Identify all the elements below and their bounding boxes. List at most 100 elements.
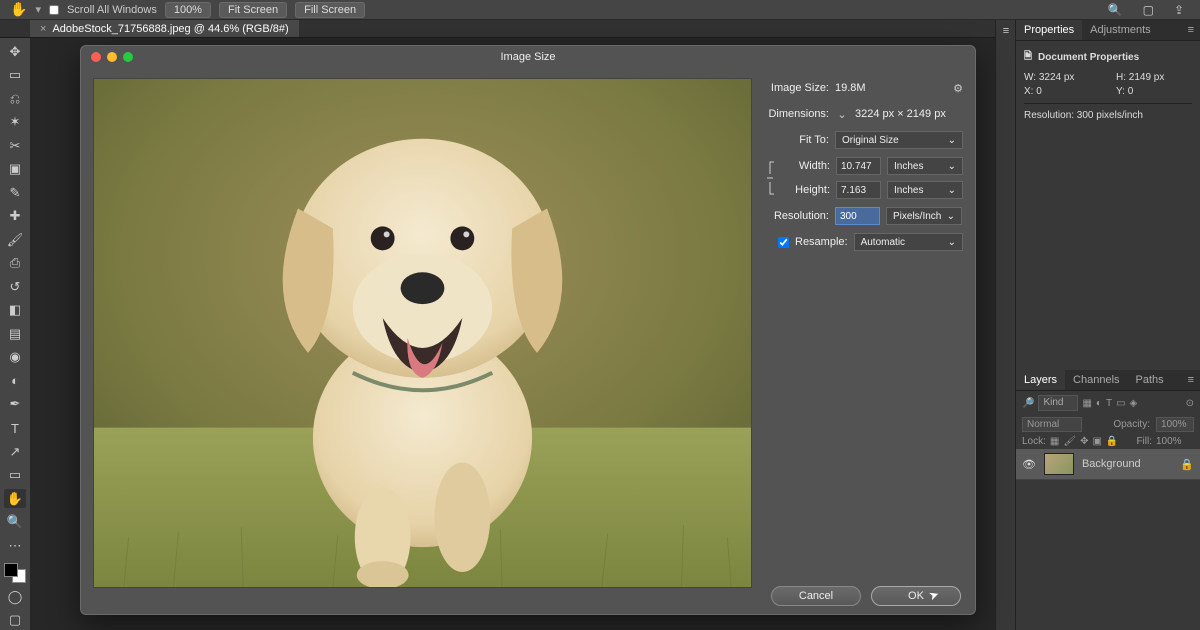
height-units-select[interactable]: Inches⌄	[887, 181, 963, 199]
tab-layers[interactable]: Layers	[1016, 370, 1065, 390]
dialog-titlebar[interactable]: Image Size	[81, 46, 975, 68]
hand-icon: ✋	[10, 1, 27, 18]
marquee-tool-icon[interactable]: ▭	[4, 66, 26, 86]
scroll-all-label: Scroll All Windows	[67, 4, 157, 16]
gear-icon[interactable]: ⚙︎	[953, 82, 963, 95]
edit-toolbar-icon[interactable]: ⋯	[4, 536, 26, 556]
filter-shape-icon[interactable]: ▭	[1116, 398, 1125, 409]
lock-icon[interactable]: 🔒	[1180, 458, 1194, 471]
image-preview[interactable]	[93, 78, 752, 588]
panel-menu-icon[interactable]: ≡	[1182, 20, 1200, 40]
share-icon[interactable]: ⇪	[1168, 3, 1190, 17]
lock-artboard-icon[interactable]: ▣	[1092, 436, 1101, 447]
options-bar: ✋ ▾ Scroll All Windows 100% Fit Screen F…	[0, 0, 1200, 20]
lock-paint-icon[interactable]: 🖌	[1063, 436, 1076, 447]
kind-label: 🔎	[1022, 398, 1034, 409]
heal-tool-icon[interactable]: ✚	[4, 207, 26, 227]
mask-mode-icon[interactable]: ◯	[4, 587, 26, 607]
ok-button[interactable]: OK	[871, 586, 961, 606]
layers-panel-body: 🔎 Kind ▦ ◐ T ▭ ◈ ⊙ Normal Opacity: 100% …	[1016, 391, 1200, 630]
scroll-all-checkbox[interactable]	[49, 5, 59, 15]
tab-paths[interactable]: Paths	[1128, 370, 1172, 390]
lasso-tool-icon[interactable]: ⎌	[4, 89, 26, 109]
stamp-tool-icon[interactable]: ⎙	[4, 254, 26, 274]
eraser-tool-icon[interactable]: ◧	[4, 301, 26, 321]
width-units-select[interactable]: Inches⌄	[887, 157, 963, 175]
zoom-tool-icon[interactable]: 🔍	[4, 512, 26, 532]
height-input[interactable]	[836, 181, 881, 199]
cancel-button[interactable]: Cancel	[771, 586, 861, 606]
path-tool-icon[interactable]: ↗	[4, 442, 26, 462]
image-size-value: 19.8M	[835, 82, 866, 94]
tab-channels[interactable]: Channels	[1065, 370, 1127, 390]
h-value: 2149 px	[1129, 72, 1165, 83]
type-tool-icon[interactable]: T	[4, 418, 26, 438]
blur-tool-icon[interactable]: ◉	[4, 348, 26, 368]
image-size-dialog: Image Size	[80, 45, 976, 615]
width-input[interactable]	[836, 157, 881, 175]
filter-smart-icon[interactable]: ◈	[1130, 398, 1138, 409]
gradient-tool-icon[interactable]: ▤	[4, 324, 26, 344]
resolution-units-select[interactable]: Pixels/Inch⌄	[886, 207, 962, 225]
panel-icon[interactable]: ≡	[996, 20, 1016, 42]
hand-tool-icon[interactable]: ✋	[4, 489, 26, 509]
tab-adjustments[interactable]: Adjustments	[1082, 20, 1159, 40]
resample-label: Resample:	[795, 236, 848, 248]
fill-screen-button[interactable]: Fill Screen	[295, 2, 365, 18]
pen-tool-icon[interactable]: ✒	[4, 395, 26, 415]
layer-thumbnail[interactable]	[1044, 453, 1074, 475]
document-tab[interactable]: × AdobeStock_71756888.jpeg @ 44.6% (RGB/…	[30, 20, 299, 37]
resample-select[interactable]: Automatic⌄	[854, 233, 963, 251]
color-swatches[interactable]	[4, 563, 26, 583]
foreground-color-swatch[interactable]	[4, 563, 18, 577]
filter-adjust-icon[interactable]: ◐	[1096, 398, 1102, 409]
workspace-icon[interactable]: ▢	[1137, 3, 1160, 17]
eyedropper-tool-icon[interactable]: ✎	[4, 183, 26, 203]
brush-tool-icon[interactable]: 🖌	[4, 230, 26, 250]
history-brush-icon[interactable]: ↺	[4, 277, 26, 297]
fit-to-select[interactable]: Original Size⌄	[835, 131, 963, 149]
y-label: Y:	[1116, 86, 1125, 97]
dialog-title: Image Size	[81, 51, 975, 63]
filter-type-icon[interactable]: T	[1106, 398, 1112, 409]
resolution-input[interactable]	[835, 207, 880, 225]
filter-kind-select[interactable]: Kind	[1038, 395, 1078, 411]
move-tool-icon[interactable]: ✥	[4, 42, 26, 62]
dropdown-icon[interactable]: ▾	[35, 3, 41, 16]
search-icon[interactable]: 🔍	[1102, 3, 1129, 17]
dimensions-unit-icon[interactable]: ⌄	[835, 107, 849, 121]
height-label: Height:	[782, 184, 830, 196]
close-icon[interactable]: ×	[40, 23, 46, 35]
resolution-text: Resolution: 300 pixels/inch	[1024, 110, 1192, 121]
resample-checkbox[interactable]	[778, 237, 789, 248]
fit-screen-button[interactable]: Fit Screen	[219, 2, 287, 18]
lock-transparency-icon[interactable]: ▦	[1050, 436, 1059, 447]
lock-position-icon[interactable]: ✥	[1080, 436, 1088, 447]
fill-label: Fill:	[1136, 436, 1152, 447]
opacity-input[interactable]: 100%	[1156, 417, 1194, 432]
dodge-tool-icon[interactable]: ◐	[4, 371, 26, 391]
x-label: X:	[1024, 86, 1033, 97]
shape-tool-icon[interactable]: ▭	[4, 465, 26, 485]
right-panels: Properties Adjustments ≡ 🗎 Document Prop…	[1015, 20, 1200, 630]
tab-properties[interactable]: Properties	[1016, 20, 1082, 40]
fit-to-label: Fit To:	[764, 134, 829, 146]
screen-mode-icon[interactable]: ▢	[4, 610, 26, 630]
opacity-label: Opacity:	[1113, 419, 1150, 430]
filter-pixel-icon[interactable]: ▦	[1082, 398, 1091, 409]
y-value: 0	[1128, 86, 1134, 97]
link-icon[interactable]	[764, 158, 778, 198]
frame-tool-icon[interactable]: ▣	[4, 160, 26, 180]
zoom-value[interactable]: 100%	[165, 2, 211, 18]
layer-item[interactable]: 👁 Background 🔒	[1016, 449, 1200, 480]
lock-label: Lock:	[1022, 436, 1046, 447]
wand-tool-icon[interactable]: ✶	[4, 113, 26, 133]
blend-mode-select[interactable]: Normal	[1022, 417, 1082, 432]
fill-input[interactable]: 100%	[1156, 436, 1194, 447]
image-size-label: Image Size:	[764, 82, 829, 94]
lock-all-icon[interactable]: 🔒	[1106, 436, 1118, 447]
crop-tool-icon[interactable]: ✂	[4, 136, 26, 156]
visibility-icon[interactable]: 👁	[1022, 458, 1036, 471]
filter-toggle-icon[interactable]: ⊙	[1186, 398, 1194, 409]
panel-menu-icon[interactable]: ≡	[1182, 370, 1200, 390]
